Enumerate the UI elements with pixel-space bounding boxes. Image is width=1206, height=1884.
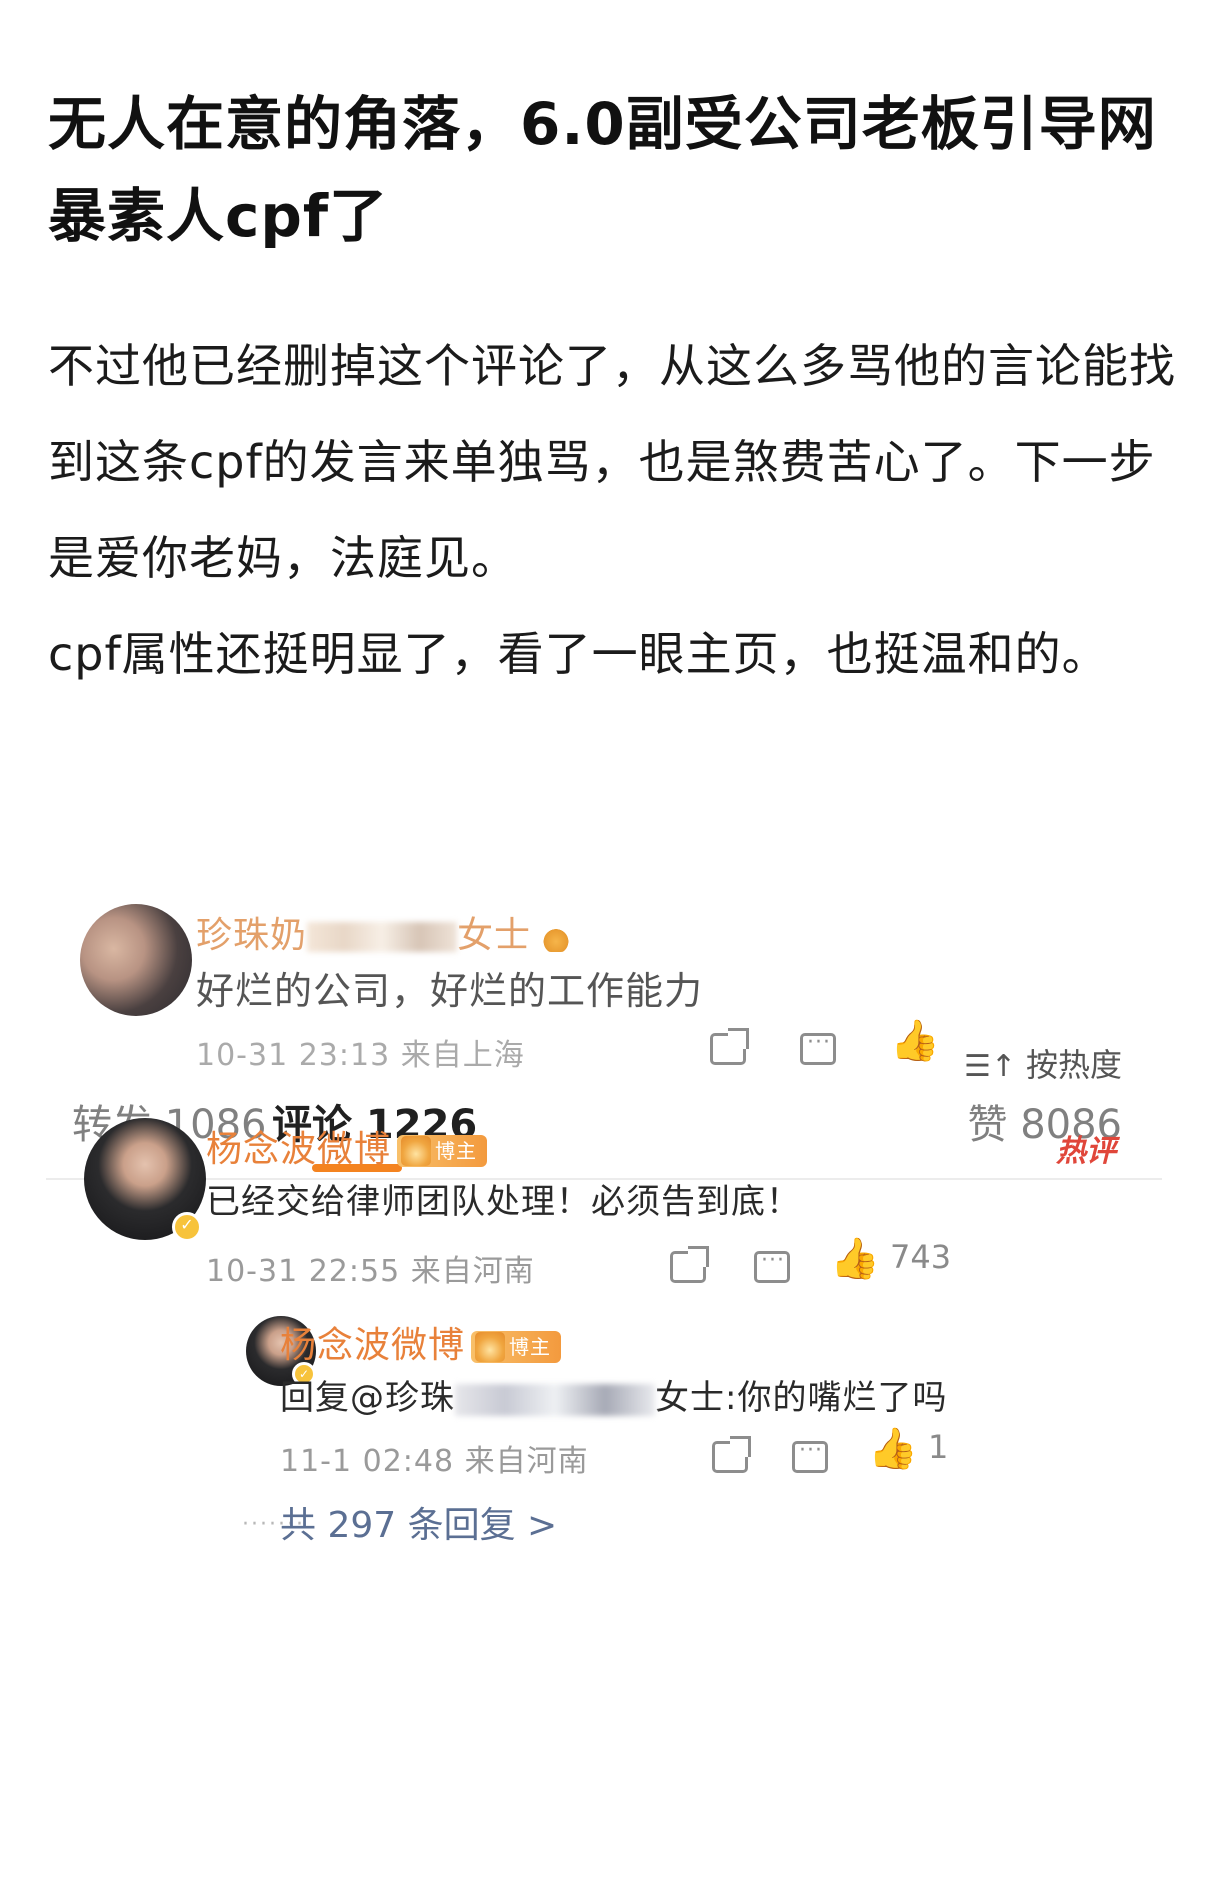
- post-paragraph-1: 不过他已经删掉这个评论了，从这么多骂他的言论能找到这条cpf的发言来单独骂，也是…: [48, 339, 1176, 585]
- post-body: 不过他已经删掉这个评论了，从这么多骂他的言论能找到这条cpf的发言来单独骂，也是…: [48, 318, 1178, 702]
- comment-icon: [754, 1248, 790, 1283]
- post-title: 无人在意的角落，6.0副受公司老板引导网暴素人cpf了: [48, 90, 1157, 250]
- weibo-screenshot: 珍珠奶女士 好烂的公司，好烂的工作能力 10-31 23:13 来自上海 👍 转…: [46, 862, 1162, 1884]
- like-count: 1: [927, 1428, 949, 1466]
- comment-icon: [800, 1030, 836, 1065]
- crown-icon: [537, 922, 576, 952]
- share-button[interactable]: [712, 1436, 751, 1474]
- crown-icon: [475, 1332, 506, 1362]
- hot-comment-text: 已经交给律师团队处理！必须告到底！: [206, 1182, 801, 1222]
- sort-icon: ☰↑: [963, 1049, 1016, 1084]
- sort-label: 按热度: [1025, 1046, 1122, 1084]
- like-icon: 👍: [890, 1018, 940, 1064]
- like-button[interactable]: 👍: [890, 1020, 940, 1061]
- share-button[interactable]: [670, 1246, 709, 1284]
- redaction-blur: [307, 922, 458, 952]
- hot-tag: 热评: [1056, 1134, 1116, 1169]
- sort-dropdown[interactable]: ☰↑ 按热度: [964, 1040, 1122, 1086]
- like-icon: 👍: [830, 1236, 880, 1282]
- hot-comment-username[interactable]: 杨念波微博 博主: [206, 1120, 488, 1172]
- origin-time-location: 10-31 23:13 来自上海: [196, 1038, 525, 1073]
- more-replies-link[interactable]: 共 297 条回复 >: [280, 1496, 557, 1548]
- comment-button[interactable]: [754, 1246, 790, 1284]
- like-button[interactable]: 👍 743: [830, 1238, 951, 1279]
- reply-username[interactable]: 杨念波微博 博主: [280, 1316, 562, 1368]
- like-count: 743: [889, 1238, 952, 1276]
- share-icon: [710, 1028, 749, 1065]
- share-button[interactable]: [710, 1028, 749, 1066]
- comment-icon: [792, 1438, 828, 1473]
- origin-username[interactable]: 珍珠奶 女士: [196, 906, 576, 958]
- verified-icon: ✓: [172, 1212, 202, 1242]
- like-icon: 👍: [868, 1426, 918, 1472]
- like-button[interactable]: 👍 1: [868, 1428, 948, 1469]
- reply-time-location: 11-1 02:48 来自河南: [280, 1444, 589, 1479]
- hot-comment-time-location: 10-31 22:55 来自河南: [206, 1254, 535, 1289]
- share-icon: [712, 1436, 751, 1473]
- crown-icon: [401, 1136, 432, 1166]
- post-paragraph-2: cpf属性还挺明显了，看了一眼主页，也挺温和的。: [48, 627, 1109, 681]
- comment-button[interactable]: [800, 1028, 836, 1066]
- avatar[interactable]: [80, 904, 192, 1016]
- bozhu-badge: 博主: [397, 1135, 488, 1167]
- bozhu-badge: 博主: [471, 1331, 562, 1363]
- share-icon: [670, 1246, 709, 1283]
- origin-comment-text: 好烂的公司，好烂的工作能力: [196, 969, 704, 1013]
- redaction-blur: [455, 1383, 655, 1416]
- comment-button[interactable]: [792, 1436, 828, 1474]
- reply-text: 回复@珍珠 女士:你的嘴烂了吗: [280, 1378, 948, 1418]
